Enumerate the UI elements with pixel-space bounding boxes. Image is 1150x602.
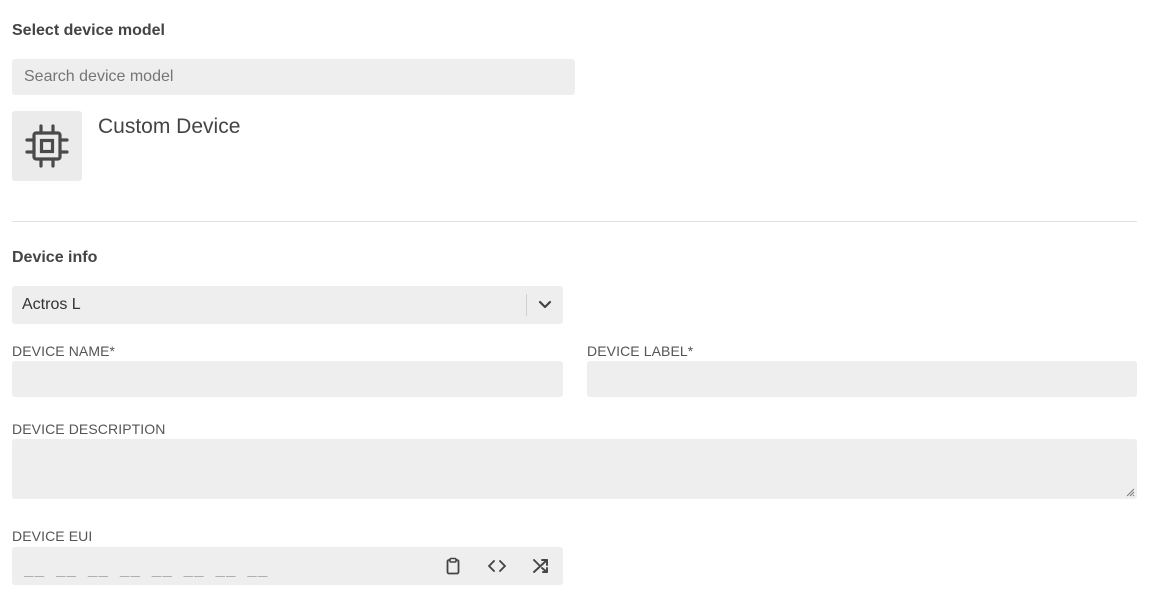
search-device-model-input[interactable] bbox=[12, 59, 575, 95]
select-device-model-title: Select device model bbox=[12, 22, 165, 39]
section-divider bbox=[12, 221, 1137, 222]
device-eui-label: DEVICE EUI bbox=[12, 528, 93, 544]
generate-eui-button[interactable] bbox=[527, 552, 555, 580]
device-eui-input[interactable]: __ __ __ __ __ __ __ __ bbox=[12, 547, 563, 585]
chevron-down-icon[interactable] bbox=[537, 298, 553, 312]
device-description-textarea[interactable] bbox=[12, 439, 1137, 499]
device-type-selected-value: Actros L bbox=[22, 296, 81, 313]
device-name-input[interactable] bbox=[12, 361, 563, 397]
paste-eui-button[interactable] bbox=[439, 552, 467, 580]
custom-device-tile[interactable] bbox=[12, 111, 82, 181]
cpu-chip-icon bbox=[25, 124, 69, 168]
device-name-label: DEVICE NAME* bbox=[12, 343, 116, 359]
device-description-label: DEVICE DESCRIPTION bbox=[12, 421, 166, 437]
device-info-title: Device info bbox=[12, 249, 98, 266]
toggle-eui-format-button[interactable] bbox=[483, 552, 511, 580]
code-brackets-icon bbox=[488, 560, 506, 572]
device-label-input[interactable] bbox=[587, 361, 1137, 397]
device-eui-mask: __ __ __ __ __ __ __ __ bbox=[24, 558, 269, 577]
shuffle-icon bbox=[533, 559, 548, 573]
resize-grip-icon[interactable] bbox=[1125, 487, 1135, 497]
select-separator bbox=[526, 294, 527, 316]
clipboard-icon bbox=[446, 557, 460, 575]
custom-device-name[interactable]: Custom Device bbox=[98, 115, 240, 139]
device-type-select[interactable]: Actros L bbox=[12, 286, 563, 324]
device-label-label: DEVICE LABEL* bbox=[587, 343, 694, 359]
